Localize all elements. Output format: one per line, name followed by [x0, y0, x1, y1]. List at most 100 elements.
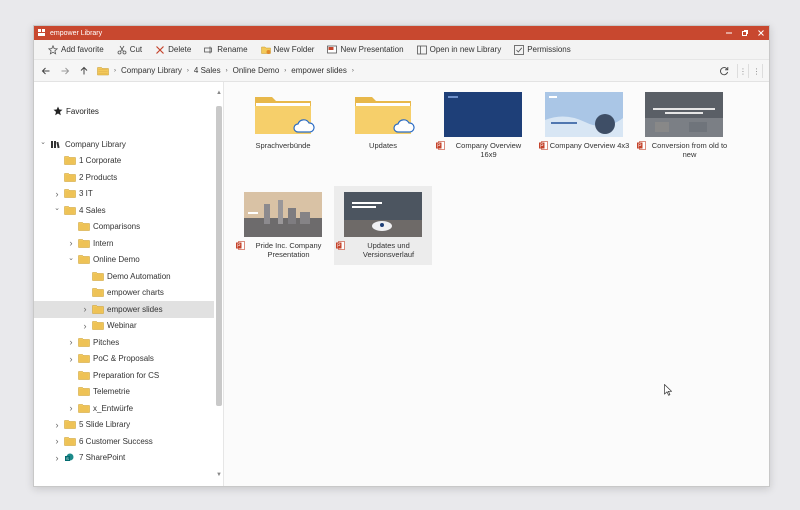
chevron-right-icon[interactable]: ›	[67, 337, 75, 347]
tree-item[interactable]: › 3 IT	[34, 186, 214, 203]
scrollbar-thumb[interactable]	[216, 106, 222, 406]
tree-item[interactable]: Demo Automation	[34, 268, 214, 285]
permissions-label: Permissions	[527, 45, 571, 54]
tree-item-label: 5 Slide Library	[79, 420, 131, 430]
breadcrumb-separator-icon[interactable]: ›	[352, 68, 354, 74]
rename-button[interactable]: Rename	[204, 45, 248, 55]
new-folder-button[interactable]: New Folder	[260, 45, 314, 55]
star-icon	[48, 44, 58, 55]
slide-thumbnail	[244, 192, 322, 237]
chevron-right-icon[interactable]: ›	[67, 354, 75, 364]
presentation-item[interactable]: P Updates und Versionsverlauf	[334, 186, 432, 265]
tree-item[interactable]: Comparisons	[34, 219, 214, 236]
tree-item[interactable]: › 5 Slide Library	[34, 417, 214, 434]
close-button[interactable]	[753, 26, 769, 40]
folder-icon	[64, 173, 76, 182]
item-label: Sprachverbünde	[255, 141, 311, 150]
chevron-down-icon[interactable]: ⌄	[39, 138, 47, 146]
folder-icon	[92, 305, 104, 314]
chevron-right-icon[interactable]: ›	[67, 403, 75, 413]
refresh-button[interactable]	[717, 64, 731, 78]
tree-item[interactable]: Telemetrie	[34, 384, 214, 401]
new-folder-icon	[260, 45, 271, 55]
tree-item[interactable]: › 6 Customer Success	[34, 433, 214, 450]
chevron-right-icon[interactable]: ›	[81, 304, 89, 314]
tree-item[interactable]: › S 7 SharePoint	[34, 450, 214, 467]
tree-item[interactable]: › PoC & Proposals	[34, 351, 214, 368]
folder-icon	[64, 189, 76, 198]
chevron-right-icon[interactable]: ›	[53, 189, 61, 199]
breadcrumb-item[interactable]: empower slides	[291, 66, 347, 75]
tree-item[interactable]: › Webinar	[34, 318, 214, 335]
sidebar-scrollbar[interactable]: ▲ ▼	[215, 90, 223, 478]
scroll-up-icon[interactable]: ▲	[215, 90, 223, 96]
chevron-right-icon[interactable]: ›	[53, 453, 61, 463]
presentation-item[interactable]: P Conversion from old to new	[635, 92, 733, 159]
folder-icon	[78, 371, 90, 380]
delete-button[interactable]: Delete	[155, 45, 191, 55]
tree-item-label: 4 Sales	[79, 205, 106, 215]
tree-item[interactable]: › Pitches	[34, 334, 214, 351]
star-filled-icon	[53, 106, 63, 116]
slide-thumbnail	[645, 92, 723, 137]
tree-item[interactable]: Preparation for CS	[34, 367, 214, 384]
chevron-right-icon[interactable]: ›	[53, 436, 61, 446]
breadcrumb-item[interactable]: Online Demo	[233, 66, 280, 75]
tree-item[interactable]: 1 Corporate	[34, 153, 214, 170]
item-label: Updates und Versionsverlauf	[362, 241, 415, 259]
forward-button[interactable]	[58, 64, 72, 78]
title-bar: empower Library	[34, 26, 769, 40]
chevron-right-icon[interactable]: ›	[53, 420, 61, 430]
tree-item[interactable]: ⌄ Online Demo	[34, 252, 214, 269]
folder-cloud-icon	[244, 92, 322, 137]
tree-item[interactable]: 2 Products	[34, 169, 214, 186]
folder-item[interactable]: Sprachverbünde	[234, 92, 332, 150]
presentation-item[interactable]: P Company Overview 4x3	[535, 92, 633, 150]
breadcrumb-folder-icon	[97, 66, 109, 76]
tree-item[interactable]: › x_Entwürfe	[34, 400, 214, 417]
back-button[interactable]	[39, 64, 53, 78]
svg-text:S: S	[66, 456, 69, 461]
powerpoint-icon: P	[336, 241, 345, 250]
view-options-button[interactable]: ⋮	[751, 64, 763, 78]
breadcrumb-separator-icon: ›	[225, 67, 228, 74]
tree-item-label: 7 SharePoint	[79, 453, 126, 463]
breadcrumb-separator-icon: ›	[114, 67, 116, 74]
tree-item-label: Telemetrie	[93, 387, 130, 397]
presentation-item[interactable]: P Company Overview 16x9	[434, 92, 532, 159]
tree-item[interactable]: › Intern	[34, 235, 214, 252]
maximize-button[interactable]	[737, 26, 753, 40]
chevron-right-icon[interactable]: ›	[81, 321, 89, 331]
folder-tree: ⌄ Company Library 1 Corporate 2 Products › 3 …	[34, 136, 214, 466]
tree-item[interactable]: ⌄ Company Library	[34, 136, 214, 153]
tree-item-label: 6 Customer Success	[79, 436, 153, 446]
tree-item[interactable]: › empower slides	[34, 301, 214, 318]
breadcrumb-item[interactable]: 4 Sales	[194, 66, 221, 75]
add-favorite-button[interactable]: Add favorite	[48, 44, 104, 55]
folder-icon	[92, 321, 104, 330]
rename-icon	[204, 45, 214, 55]
tree-item[interactable]: ⌄ 4 Sales	[34, 202, 214, 219]
chevron-down-icon[interactable]: ⌄	[67, 254, 75, 262]
minimize-button[interactable]	[721, 26, 737, 40]
tree-item[interactable]: empower charts	[34, 285, 214, 302]
more-options-button[interactable]: ⋮	[737, 64, 749, 78]
folder-tree-panel: Favorites ⌄ Company Library 1 Corporate 2 P…	[34, 82, 224, 486]
scroll-down-icon[interactable]: ▼	[215, 472, 223, 478]
chevron-right-icon[interactable]: ›	[67, 238, 75, 248]
open-new-library-button[interactable]: Open in new Library	[416, 45, 501, 55]
new-presentation-button[interactable]: New Presentation	[327, 45, 404, 55]
presentation-item[interactable]: P Pride Inc. Company Presentation	[234, 192, 332, 259]
folder-item[interactable]: Updates	[334, 92, 432, 150]
favorites-item[interactable]: Favorites	[53, 106, 99, 116]
permissions-button[interactable]: Permissions	[514, 44, 571, 55]
tree-item-label: Online Demo	[93, 255, 140, 265]
chevron-down-icon[interactable]: ⌄	[53, 204, 61, 212]
cut-button[interactable]: Cut	[117, 45, 142, 55]
breadcrumb-item[interactable]: Company Library	[121, 66, 182, 75]
tree-item-label: 2 Products	[79, 172, 118, 182]
up-button[interactable]	[77, 64, 91, 78]
